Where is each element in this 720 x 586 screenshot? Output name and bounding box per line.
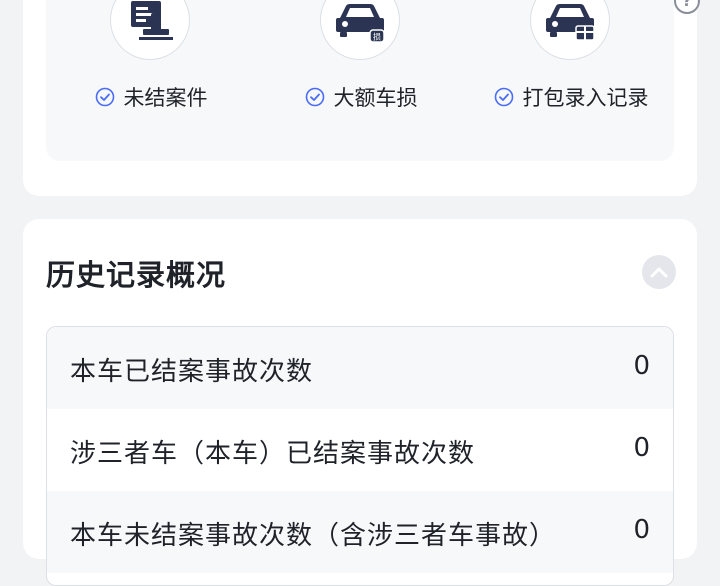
- feature-large-damage-label-row: 大额车损: [256, 82, 466, 112]
- feature-package-records-label-row: 打包录入记录: [466, 82, 676, 112]
- feature-large-damage[interactable]: 损 大额车损: [256, 0, 466, 140]
- feature-label: 大额车损: [333, 86, 418, 110]
- feature-card: 未结案件 损 大额车损 打包录入记录 ?: [23, 0, 700, 196]
- check-circle-icon: [305, 87, 324, 107]
- history-table: 本车已结案事故次数 0 涉三者车（本车）已结案事故次数 0 本车未结案事故次数（…: [46, 326, 674, 586]
- help-icon[interactable]: ?: [674, 0, 700, 14]
- table-row: 本车已结案事故次数 0: [47, 327, 673, 409]
- row-label: 本车未结案事故次数（含涉三者车事故）: [70, 521, 557, 551]
- table-row: 本车未结案事故次数（含涉三者车事故） 0: [47, 491, 673, 573]
- feature-open-cases[interactable]: 未结案件: [46, 0, 256, 140]
- history-card: 历史记录概况 本车已结案事故次数 0 涉三者车（本车）已结案事故次数 0 本车未…: [23, 219, 697, 586]
- feature-panel: 未结案件 损 大额车损 打包录入记录 ?: [46, 0, 700, 161]
- car-package-icon: [530, 0, 610, 60]
- car-damage-icon: 损: [320, 0, 400, 60]
- history-title: 历史记录概况: [46, 258, 227, 292]
- row-value: 0: [633, 515, 650, 545]
- feature-label: 未结案件: [123, 86, 208, 110]
- row-value: 0: [633, 433, 650, 463]
- feature-package-records[interactable]: 打包录入记录: [466, 0, 676, 140]
- table-row: 涉三者车（本车）已结案事故次数 0: [47, 409, 673, 491]
- row-label: 涉三者车（本车）已结案事故次数: [70, 439, 476, 469]
- collapse-button[interactable]: [642, 255, 676, 289]
- feature-label: 打包录入记录: [522, 86, 649, 110]
- svg-text:损: 损: [373, 32, 381, 42]
- check-circle-icon: [494, 87, 513, 107]
- row-value: 0: [633, 351, 650, 381]
- row-label: 本车已结案事故次数: [70, 357, 314, 387]
- chevron-up-icon: [650, 267, 668, 278]
- document-stamp-icon: [110, 0, 190, 60]
- help-symbol: ?: [682, 0, 692, 10]
- check-circle-icon: [95, 87, 114, 107]
- feature-open-cases-label-row: 未结案件: [46, 82, 256, 112]
